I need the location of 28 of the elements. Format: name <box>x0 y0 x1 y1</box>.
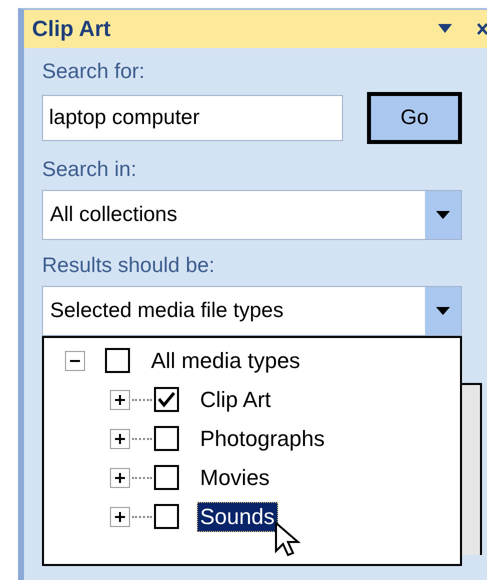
field-label: Search for: <box>42 60 145 84</box>
checkbox[interactable] <box>105 348 130 373</box>
go-button[interactable]: Go <box>367 92 462 144</box>
dropdown-arrow-icon <box>436 307 450 315</box>
dropdown-arrow-icon[interactable] <box>438 24 452 34</box>
collapse-icon[interactable] <box>65 350 85 370</box>
tree-item[interactable]: Movies <box>197 462 273 492</box>
pane-title: Clip Art <box>32 16 112 42</box>
close-icon[interactable] <box>477 22 487 36</box>
checkbox[interactable] <box>154 504 179 529</box>
checkbox[interactable] <box>154 465 179 490</box>
checkbox[interactable] <box>154 387 179 412</box>
dropdown-arrow-icon <box>436 211 450 219</box>
expand-icon[interactable] <box>110 506 130 526</box>
search-field[interactable]: laptop computer <box>42 95 343 141</box>
collections-dropdown[interactable]: All collections <box>42 190 462 240</box>
tree-item[interactable]: Photographs <box>197 424 328 454</box>
expand-icon[interactable] <box>110 428 130 448</box>
checkbox[interactable] <box>154 426 179 451</box>
field-label: Results should be: <box>42 254 215 278</box>
tree-item[interactable]: Sounds <box>197 502 278 532</box>
expand-icon[interactable] <box>110 468 130 488</box>
field-label: Search in: <box>42 158 137 182</box>
expand-icon[interactable] <box>110 390 130 410</box>
tree-item[interactable]: Clip Art <box>197 384 274 414</box>
media-type-dropdown[interactable]: Selected media file types <box>42 286 462 336</box>
tree-item[interactable]: All media types <box>148 346 304 376</box>
scrollbar[interactable] <box>460 383 482 555</box>
